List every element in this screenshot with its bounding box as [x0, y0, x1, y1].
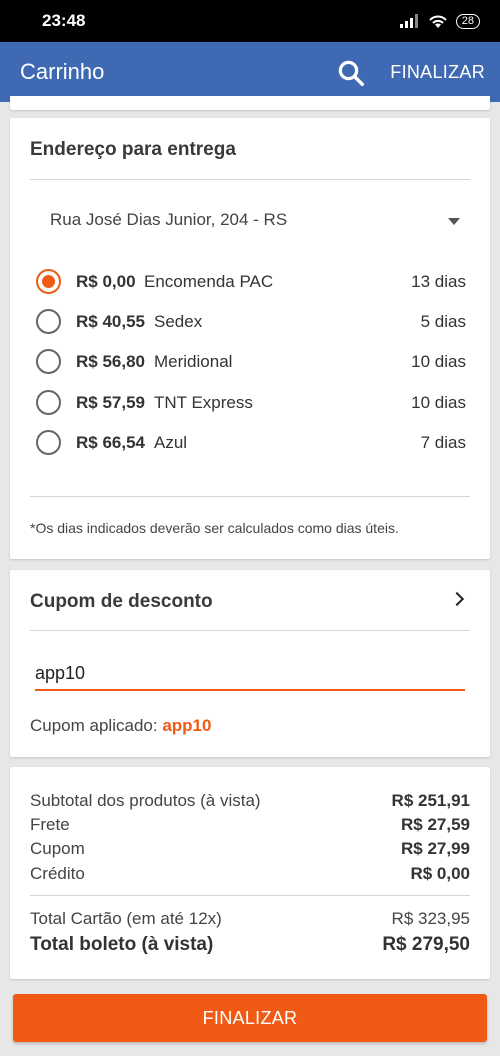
shipping-name: Sedex [154, 312, 203, 331]
divider [30, 895, 470, 896]
previous-card-edge [10, 96, 490, 110]
shipping-name: Meridional [154, 352, 233, 371]
address-dropdown[interactable]: Rua José Dias Junior, 204 - RS [50, 210, 460, 236]
shipping-price: R$ 40,55 [76, 312, 145, 331]
totals-row-subtotal: Subtotal dos produtos (à vista) R$ 251,9… [30, 791, 470, 815]
page-title: Carrinho [20, 59, 105, 84]
shipping-price: R$ 0,00 [76, 272, 136, 291]
shipping-footnote: *Os dias indicados deverão ser calculado… [30, 520, 399, 536]
order-totals-card: Subtotal dos produtos (à vista) R$ 251,9… [10, 767, 490, 979]
shipping-option-tnt-express[interactable]: R$ 57,59 TNT Express 10 dias [36, 388, 466, 418]
credito-label: Crédito [30, 864, 85, 883]
subtotal-value: R$ 251,91 [391, 791, 470, 810]
frete-value: R$ 27,59 [401, 815, 470, 834]
totals-row-boleto: Total boleto (à vista) R$ 279,50 [30, 934, 470, 958]
coupon-applied-text: Cupom aplicado: app10 [30, 716, 211, 736]
finalize-button[interactable]: FINALIZAR [13, 994, 487, 1042]
coupon-input[interactable] [35, 657, 465, 691]
boleto-label: Total boleto (à vista) [30, 934, 214, 955]
radio-button[interactable] [36, 349, 61, 374]
discount-coupon-card: Cupom de desconto Cupom aplicado: app10 [10, 570, 490, 757]
wifi-icon [429, 15, 447, 28]
coupon-applied-code: app10 [162, 716, 212, 735]
shipping-name: Azul [154, 433, 188, 452]
radio-button[interactable] [36, 309, 61, 334]
boleto-value: R$ 279,50 [382, 934, 470, 955]
shipping-name: TNT Express [154, 393, 253, 412]
battery-icon: 28 [455, 13, 480, 29]
totals-row-cupom: Cupom R$ 27,99 [30, 839, 470, 863]
shipping-option-azul[interactable]: R$ 66,54 Azul 7 dias [36, 428, 466, 458]
shipping-days: 10 dias [411, 352, 466, 371]
signal-icon [399, 14, 418, 28]
shipping-price: R$ 56,80 [76, 352, 145, 371]
app-bar: Carrinho FINALIZAR [0, 42, 500, 102]
search-icon[interactable] [336, 58, 366, 88]
cupom-label: Cupom [30, 839, 85, 858]
radio-button[interactable] [36, 430, 61, 455]
section-title-address: Endereço para entrega [30, 139, 236, 160]
cupom-value: R$ 27,99 [401, 839, 470, 858]
frete-label: Frete [30, 815, 70, 834]
divider [30, 496, 470, 497]
dropdown-arrow-icon [448, 218, 460, 225]
subtotal-label: Subtotal dos produtos (à vista) [30, 791, 261, 810]
cartao-value: R$ 323,95 [391, 909, 470, 928]
status-bar: 23:48 28 [0, 0, 500, 42]
coupon-applied-label: Cupom aplicado: [30, 716, 158, 735]
chevron-right-icon[interactable] [449, 591, 465, 607]
shipping-option-pac[interactable]: R$ 0,00 Encomenda PAC 13 dias [36, 267, 466, 297]
shipping-name: Encomenda PAC [144, 272, 274, 291]
app-bar-finalize-button[interactable]: FINALIZAR [390, 62, 485, 83]
shipping-price: R$ 66,54 [76, 433, 145, 452]
cartao-label: Total Cartão (em até 12x) [30, 909, 222, 928]
status-time: 23:48 [42, 11, 86, 30]
shipping-address-card: Endereço para entrega Rua José Dias Juni… [10, 118, 490, 559]
radio-button[interactable] [36, 390, 61, 415]
shipping-option-meridional[interactable]: R$ 56,80 Meridional 10 dias [36, 347, 466, 377]
shipping-days: 5 dias [420, 312, 466, 331]
totals-row-frete: Frete R$ 27,59 [30, 815, 470, 839]
status-icons: 28 [399, 13, 480, 29]
divider [30, 630, 470, 631]
credito-value: R$ 0,00 [410, 864, 470, 883]
section-title-coupon: Cupom de desconto [30, 591, 213, 612]
divider [30, 179, 470, 180]
totals-row-cartao: Total Cartão (em até 12x) R$ 323,95 [30, 909, 470, 933]
shipping-days: 13 dias [411, 272, 466, 291]
address-dropdown-value: Rua José Dias Junior, 204 - RS [50, 210, 288, 229]
shipping-price: R$ 57,59 [76, 393, 145, 412]
totals-row-credito: Crédito R$ 0,00 [30, 864, 470, 888]
shipping-option-sedex[interactable]: R$ 40,55 Sedex 5 dias [36, 307, 466, 337]
radio-button-selected[interactable] [36, 269, 61, 294]
shipping-days: 10 dias [411, 393, 466, 412]
shipping-days: 7 dias [420, 433, 466, 452]
